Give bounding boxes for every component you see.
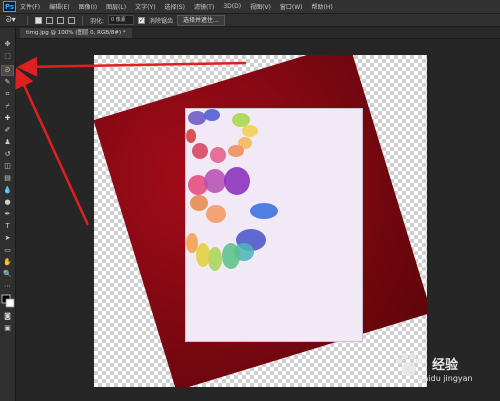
arrow-to-lasso-lower <box>15 67 90 226</box>
annotation-arrows <box>15 56 247 226</box>
watermark-en: Baidu jingyan <box>418 374 473 383</box>
watermark-cn: 经验 <box>432 358 459 373</box>
watermark: 经验 Baidu jingyan <box>380 352 495 396</box>
arrow-to-lasso <box>17 56 247 77</box>
